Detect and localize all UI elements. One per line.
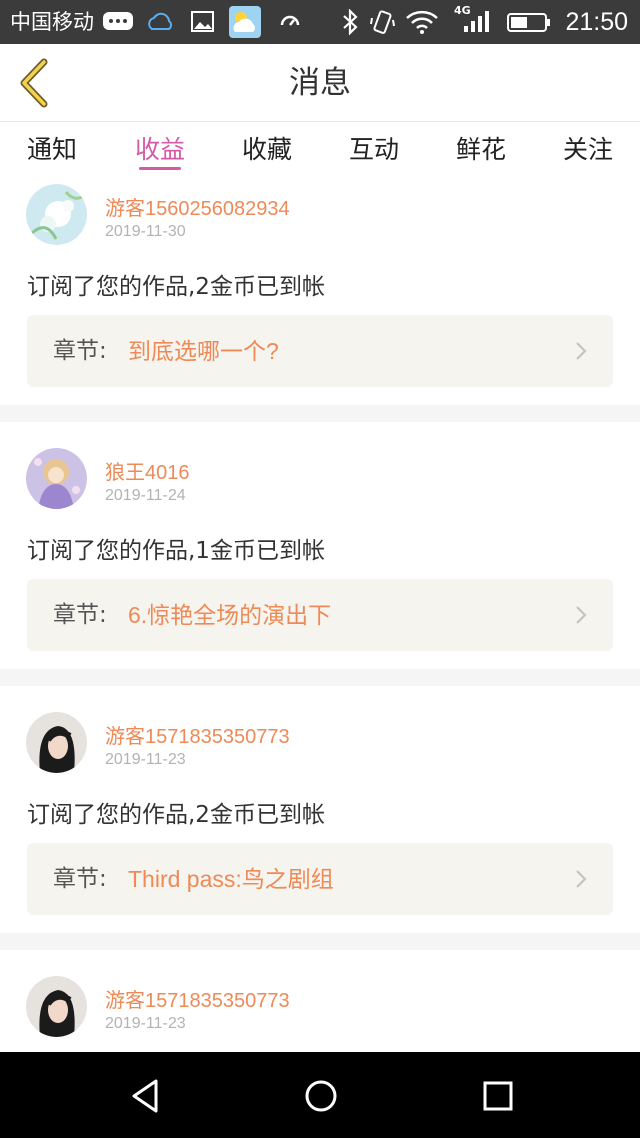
message-text: 订阅了您的作品,1金币已到帐 (27, 538, 325, 564)
bluetooth-icon (339, 8, 367, 36)
tab-label: 互动 (348, 135, 399, 164)
message-card: 游客1571835350773 2019-11-23 (0, 950, 640, 1052)
message-card: 狼王4016 2019-11-24 订阅了您的作品,1金币已到帐 章节: 6.惊… (0, 422, 640, 669)
system-nav-bar (0, 1052, 640, 1138)
message-date: 2019-11-24 (105, 487, 186, 504)
chat-icon (102, 9, 133, 35)
nav-bar: 消息 (0, 44, 640, 122)
tab-label: 关注 (562, 135, 613, 164)
chevron-right-icon (575, 341, 587, 361)
message-text: 订阅了您的作品,2金币已到帐 (27, 802, 325, 828)
gallery-icon (190, 9, 218, 35)
message-date: 2019-11-30 (105, 223, 186, 240)
back-triangle-icon[interactable] (126, 1076, 166, 1116)
message-date: 2019-11-23 (105, 751, 186, 768)
tab-label: 收藏 (241, 135, 292, 164)
chapter-link[interactable]: 章节: Third pass:鸟之剧组 (27, 843, 613, 915)
tab-notifications[interactable]: 通知 (7, 132, 97, 172)
message-card: 游客1560256082934 2019-11-30 订阅了您的作品,2金币已到… (0, 180, 640, 405)
chapter-title: 到底选哪一个? (128, 338, 279, 364)
username[interactable]: 游客1571835350773 (105, 984, 290, 1013)
chapter-label: 章节: (53, 338, 107, 364)
message-text: 订阅了您的作品,2金币已到帐 (27, 274, 325, 300)
sync-icon (277, 9, 305, 35)
chapter-link[interactable]: 章节: 6.惊艳全场的演出下 (27, 579, 613, 651)
clock: 21:50 (565, 8, 628, 36)
message-card: 游客1571835350773 2019-11-23 订阅了您的作品,2金币已到… (0, 686, 640, 933)
chapter-label: 章节: (53, 602, 107, 628)
status-bar: 中国移动 4G 21:50 (0, 0, 640, 44)
app-icon (229, 6, 261, 38)
username[interactable]: 游客1560256082934 (105, 192, 290, 221)
avatar[interactable] (26, 712, 87, 773)
tab-favorites[interactable]: 收藏 (222, 132, 312, 172)
tab-label: 收益 (134, 135, 185, 164)
chapter-link[interactable]: 章节: 到底选哪一个? (27, 315, 613, 387)
active-tab-indicator (139, 167, 181, 170)
tab-label: 鲜花 (455, 135, 506, 164)
home-circle-icon[interactable] (301, 1076, 341, 1116)
signal-icon (458, 9, 492, 35)
vibrate-icon (369, 9, 397, 35)
recents-square-icon[interactable] (478, 1076, 518, 1116)
avatar[interactable] (26, 184, 87, 245)
message-date: 2019-11-23 (105, 1015, 186, 1032)
tab-earnings[interactable]: 收益 (115, 132, 205, 172)
tab-following[interactable]: 关注 (543, 132, 633, 172)
message-list[interactable]: 游客1560256082934 2019-11-30 订阅了您的作品,2金币已到… (0, 180, 640, 1052)
tab-flowers[interactable]: 鲜花 (436, 132, 526, 172)
page-title: 消息 (289, 65, 351, 101)
tab-label: 通知 (26, 135, 77, 164)
chapter-label: 章节: (53, 866, 107, 892)
chevron-right-icon (575, 605, 587, 625)
tab-interactions[interactable]: 互动 (329, 132, 419, 172)
wifi-icon (405, 9, 439, 35)
battery-icon (506, 9, 552, 35)
avatar[interactable] (26, 976, 87, 1037)
chevron-right-icon (575, 869, 587, 889)
weather-icon (146, 9, 174, 35)
chapter-title: 6.惊艳全场的演出下 (128, 602, 332, 628)
carrier-label: 中国移动 (10, 10, 94, 34)
avatar[interactable] (26, 448, 87, 509)
tab-bar: 通知 收益 收藏 互动 鲜花 关注 (0, 122, 640, 180)
chapter-title: Third pass:鸟之剧组 (128, 866, 334, 892)
username[interactable]: 狼王4016 (105, 456, 190, 485)
username[interactable]: 游客1571835350773 (105, 720, 290, 749)
